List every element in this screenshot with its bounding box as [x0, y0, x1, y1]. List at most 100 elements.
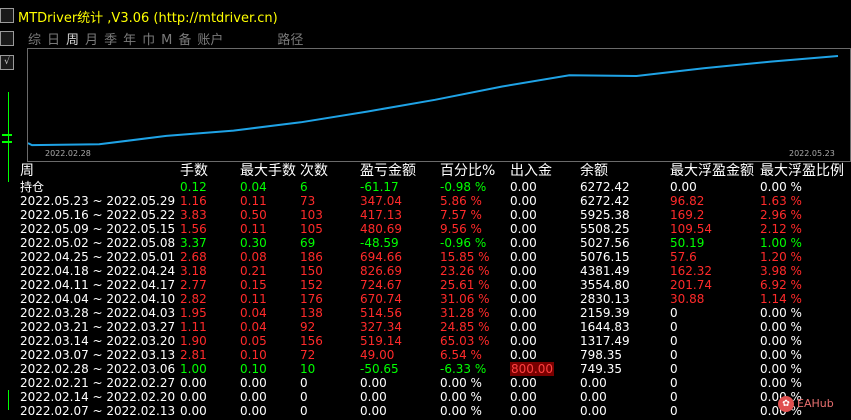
cell-pnl: 694.66 — [360, 250, 402, 264]
cell-lots: 3.83 — [180, 208, 207, 222]
column-header[interactable]: 最大浮盈比例 — [760, 163, 844, 179]
cell-max-lots: 0.00 — [240, 404, 267, 418]
cell-count: 150 — [300, 264, 323, 278]
cell-max-lots: 0.00 — [240, 376, 267, 390]
stats-table: 周 手数 最大手数 次数 盈亏金额 百分比% 出入金 余额 最大浮盈金额 最大浮盈比例持仓 0.12… — [20, 163, 851, 420]
cell-count: 176 — [300, 292, 323, 306]
cell-pct: 7.57 % — [440, 208, 482, 222]
column-header[interactable]: 余额 — [580, 163, 608, 179]
cell-lots: 0.00 — [180, 390, 207, 404]
cell-count: 0 — [300, 390, 308, 404]
cell-lots: 1.00 — [180, 362, 207, 376]
column-header[interactable]: 手数 — [180, 163, 208, 179]
tab-2[interactable]: 周 — [66, 29, 79, 48]
column-header[interactable]: 次数 — [300, 163, 328, 179]
column-header[interactable]: 百分比% — [440, 163, 495, 179]
column-header[interactable]: 盈亏金额 — [360, 163, 416, 179]
column-header[interactable]: 出入金 — [510, 163, 552, 179]
cell-lots: 1.56 — [180, 222, 207, 236]
cell-balance: 3554.80 — [580, 278, 630, 292]
cell-max-lots: 0.08 — [240, 250, 267, 264]
cell-count: 10 — [300, 362, 316, 376]
tab-4[interactable]: 季 — [104, 29, 117, 48]
cell-max-lots: 0.11 — [240, 292, 267, 306]
cell-max-float-pct: 2.12 % — [760, 222, 802, 236]
cell-pct: 0.00 % — [440, 390, 482, 404]
cell-flow: 0.00 — [510, 404, 537, 418]
tab-9[interactable]: 账户 — [197, 29, 223, 48]
cell-lots: 2.82 — [180, 292, 207, 306]
green-bar-line — [8, 390, 9, 410]
cell-pnl: -61.17 — [360, 180, 399, 194]
cell-max-float: 0 — [670, 348, 678, 362]
chart-start-date: 2022.02.28 — [45, 149, 91, 158]
cell-week: 2022.04.25 ~ 2022.05.01 — [20, 250, 176, 264]
cell-max-lots: 0.50 — [240, 208, 267, 222]
cell-max-float: 0 — [670, 376, 678, 390]
cell-lots: 2.68 — [180, 250, 207, 264]
column-header[interactable]: 最大浮盈金额 — [670, 163, 754, 179]
left-box-icon[interactable] — [0, 31, 14, 46]
cell-max-lots: 0.05 — [240, 334, 267, 348]
tab-0[interactable]: 综 — [28, 29, 41, 48]
column-header[interactable]: 周 — [20, 163, 34, 179]
cell-count: 105 — [300, 222, 323, 236]
cell-pnl: 514.56 — [360, 306, 402, 320]
cell-week: 2022.05.02 ~ 2022.05.08 — [20, 236, 176, 250]
left-chart-strip: √ — [0, 0, 18, 420]
cell-pct: 24.85 % — [440, 320, 490, 334]
cell-pnl: 724.67 — [360, 278, 402, 292]
cell-count: 73 — [300, 194, 316, 208]
cell-lots: 1.90 — [180, 334, 207, 348]
cell-max-float: 50.19 — [670, 236, 705, 250]
cell-balance: 749.35 — [580, 362, 622, 376]
tab-3[interactable]: 月 — [85, 29, 98, 48]
tab-1[interactable]: 日 — [47, 29, 60, 48]
cell-week: 2022.03.14 ~ 2022.03.20 — [20, 334, 176, 348]
checkmark-icon[interactable]: √ — [0, 55, 14, 70]
cell-max-lots: 0.10 — [240, 362, 267, 376]
cell-week: 2022.02.07 ~ 2022.02.13 — [20, 404, 176, 418]
cell-max-float-pct: 0.00 % — [760, 334, 802, 348]
cell-max-float: 57.6 — [670, 250, 697, 264]
cell-flow: 0.00 — [510, 390, 537, 404]
cell-pnl: 327.34 — [360, 320, 402, 334]
cell-max-float: 96.82 — [670, 194, 705, 208]
tab-7[interactable]: M — [161, 33, 172, 48]
cell-balance: 0.00 — [580, 404, 607, 418]
tab-6[interactable]: 巾 — [142, 29, 155, 48]
cell-max-lots: 0.11 — [240, 194, 267, 208]
eahub-watermark: ✿ EAHub — [778, 396, 834, 412]
cell-max-float-pct: 0.00 % — [760, 180, 802, 194]
cell-max-float: 162.32 — [670, 264, 712, 278]
cell-flow: 800.00 — [510, 362, 554, 376]
cell-max-float-pct: 0.00 % — [760, 348, 802, 362]
cell-max-float: 0.00 — [670, 180, 697, 194]
column-header[interactable]: 最大手数 — [240, 163, 296, 179]
cell-pct: -6.33 % — [440, 362, 487, 376]
cell-pct: 23.26 % — [440, 264, 490, 278]
cell-flow: 0.00 — [510, 250, 537, 264]
cell-balance: 4381.49 — [580, 264, 630, 278]
balance-curve-svg — [28, 55, 839, 147]
cell-week: 2022.04.04 ~ 2022.04.10 — [20, 292, 176, 306]
cell-week: 2022.04.11 ~ 2022.04.17 — [20, 278, 176, 292]
left-box-icon[interactable] — [0, 8, 14, 23]
cell-pnl: 0.00 — [360, 376, 387, 390]
balance-chart: 2022.02.28 2022.05.23 — [27, 48, 851, 162]
cell-flow: 0.00 — [510, 264, 537, 278]
cell-week: 持仓 — [20, 180, 45, 194]
cell-max-float: 0 — [670, 390, 678, 404]
tab-8[interactable]: 备 — [178, 29, 191, 48]
cell-max-float: 0 — [670, 404, 678, 418]
cell-flow: 0.00 — [510, 180, 537, 194]
cell-lots: 0.12 — [180, 180, 207, 194]
cell-count: 92 — [300, 320, 316, 334]
cell-lots: 1.11 — [180, 320, 207, 334]
cell-pnl: 670.74 — [360, 292, 402, 306]
cell-max-float-pct: 1.20 % — [760, 250, 802, 264]
tab-10[interactable]: 路径 — [277, 29, 303, 48]
cell-max-float-pct: 2.96 % — [760, 208, 802, 222]
cell-max-float: 0 — [670, 362, 678, 376]
tab-5[interactable]: 年 — [123, 29, 136, 48]
